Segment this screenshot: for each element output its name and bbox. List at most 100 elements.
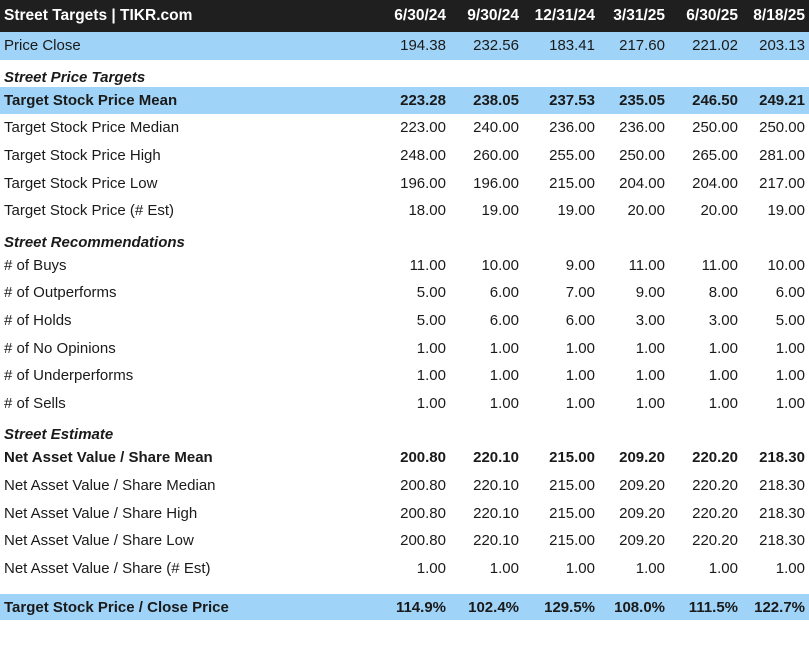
cell: 5.00 xyxy=(775,312,805,330)
cell: 1.00 xyxy=(635,559,665,577)
cell: 19.00 xyxy=(557,202,595,220)
cell: 200.80 xyxy=(400,504,446,522)
table-row: # of Holds 5.00 6.00 6.00 3.00 3.00 5.00 xyxy=(0,307,809,335)
table-row: Net Asset Value / Share Mean 200.80 220.… xyxy=(0,444,809,472)
cell: 1.00 xyxy=(708,339,738,357)
table-row: # of Underperforms 1.00 1.00 1.00 1.00 1… xyxy=(0,362,809,390)
row-label: # of Holds xyxy=(4,312,72,330)
table-row: # of Sells 1.00 1.00 1.00 1.00 1.00 1.00 xyxy=(0,390,809,418)
row-label: Target Stock Price Low xyxy=(4,174,158,192)
price-close-row: Price Close 194.38 232.56 183.41 217.60 … xyxy=(0,32,809,60)
cell: 102.4% xyxy=(450,594,523,621)
cell: 6.00 xyxy=(489,312,519,330)
cell: 19.00 xyxy=(767,202,805,220)
cell: 217.60 xyxy=(599,32,669,60)
cell: 1.00 xyxy=(635,394,665,412)
cell: 223.28 xyxy=(370,86,450,115)
cell: 1.00 xyxy=(489,367,519,385)
cell: 1.00 xyxy=(489,394,519,412)
cell: 1.00 xyxy=(565,559,595,577)
cell: 235.05 xyxy=(599,86,669,115)
cell: 218.30 xyxy=(759,449,805,467)
cell: 220.10 xyxy=(473,449,519,467)
cell: 218.30 xyxy=(759,504,805,522)
cell: 196.00 xyxy=(473,174,519,192)
table-row: Target Stock Price Low 196.00 196.00 215… xyxy=(0,169,809,197)
cell: 10.00 xyxy=(767,256,805,274)
cell: 1.00 xyxy=(775,367,805,385)
table-row: Target Stock Price (# Est) 18.00 19.00 1… xyxy=(0,197,809,225)
cell: 1.00 xyxy=(416,339,446,357)
table-row: Net Asset Value / Share Low 200.80 220.1… xyxy=(0,527,809,555)
cell: 209.20 xyxy=(619,504,665,522)
cell: 220.10 xyxy=(473,477,519,495)
table-row: # of No Opinions 1.00 1.00 1.00 1.00 1.0… xyxy=(0,334,809,362)
column-header: 3/31/25 xyxy=(599,0,669,32)
cell: 218.30 xyxy=(759,532,805,550)
table-row: Net Asset Value / Share Median 200.80 22… xyxy=(0,472,809,500)
cell: 5.00 xyxy=(416,312,446,330)
cell: 250.00 xyxy=(692,119,738,137)
cell: 7.00 xyxy=(565,284,595,302)
cell: 1.00 xyxy=(708,559,738,577)
cell: 10.00 xyxy=(481,256,519,274)
row-label: Net Asset Value / Share Low xyxy=(4,532,194,550)
cell: 238.05 xyxy=(450,86,523,115)
table-row: Net Asset Value / Share (# Est) 1.00 1.0… xyxy=(0,555,809,583)
cell: 203.13 xyxy=(742,32,809,60)
cell: 1.00 xyxy=(635,339,665,357)
cell: 236.00 xyxy=(549,119,595,137)
table-row: Target Stock Price Median 223.00 240.00 … xyxy=(0,114,809,142)
cell: 209.20 xyxy=(619,477,665,495)
row-label: Target Stock Price (# Est) xyxy=(4,202,175,220)
cell: 220.10 xyxy=(473,532,519,550)
section-heading-row: Street Price Targets xyxy=(0,60,809,87)
cell: 260.00 xyxy=(473,147,519,165)
cell: 1.00 xyxy=(565,394,595,412)
cell: 237.53 xyxy=(523,86,599,115)
cell: 215.00 xyxy=(549,504,595,522)
cell: 194.38 xyxy=(370,32,450,60)
cell: 9.00 xyxy=(635,284,665,302)
cell: 236.00 xyxy=(619,119,665,137)
row-label: # of Outperforms xyxy=(4,284,117,302)
cell: 220.20 xyxy=(692,477,738,495)
cell: 220.20 xyxy=(692,532,738,550)
row-label: Target Stock Price Mean xyxy=(0,86,370,115)
ratio-row: Target Stock Price / Close Price 114.9% … xyxy=(0,594,809,621)
cell: 223.00 xyxy=(400,119,446,137)
column-header: 6/30/25 xyxy=(669,0,742,32)
cell: 3.00 xyxy=(708,312,738,330)
cell: 248.00 xyxy=(400,147,446,165)
spacer xyxy=(0,582,809,594)
cell: 215.00 xyxy=(549,532,595,550)
cell: 204.00 xyxy=(619,174,665,192)
cell: 129.5% xyxy=(523,594,599,621)
cell: 3.00 xyxy=(635,312,665,330)
table-row: Target Stock Price High 248.00 260.00 25… xyxy=(0,142,809,170)
cell: 6.00 xyxy=(489,284,519,302)
row-label: # of Buys xyxy=(4,256,67,274)
cell: 221.02 xyxy=(669,32,742,60)
cell: 1.00 xyxy=(635,367,665,385)
row-label: Target Stock Price / Close Price xyxy=(0,594,370,621)
cell: 20.00 xyxy=(627,202,665,220)
cell: 215.00 xyxy=(549,174,595,192)
column-header: 8/18/25 xyxy=(742,0,809,32)
section-title: Street Recommendations xyxy=(4,233,185,251)
cell: 220.10 xyxy=(473,504,519,522)
cell: 196.00 xyxy=(400,174,446,192)
cell: 111.5% xyxy=(669,594,742,621)
cell: 250.00 xyxy=(759,119,805,137)
cell: 209.20 xyxy=(619,532,665,550)
cell: 122.7% xyxy=(742,594,809,621)
cell: 250.00 xyxy=(619,147,665,165)
row-label: Net Asset Value / Share High xyxy=(4,504,198,522)
cell: 209.20 xyxy=(619,449,665,467)
row-label: # of Sells xyxy=(4,394,66,412)
cell: 215.00 xyxy=(549,477,595,495)
cell: 1.00 xyxy=(708,367,738,385)
cell: 240.00 xyxy=(473,119,519,137)
cell: 220.20 xyxy=(692,449,738,467)
section-title: Street Estimate xyxy=(4,426,114,444)
